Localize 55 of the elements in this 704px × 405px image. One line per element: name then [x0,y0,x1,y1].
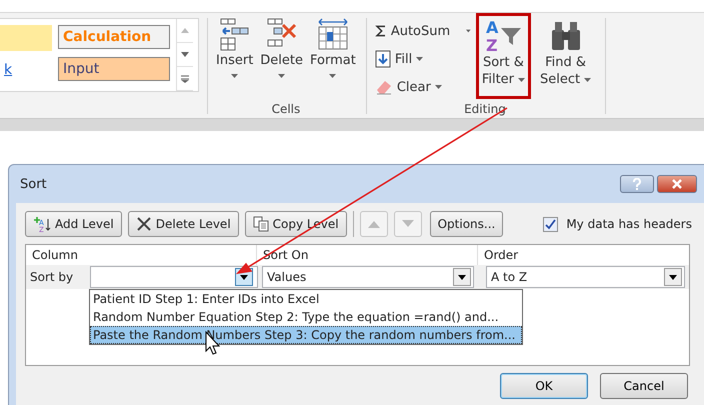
more-icon[interactable] [181,74,189,82]
scroll-down-icon[interactable] [181,52,189,57]
dialog-button[interactable]: Cancel [600,373,688,399]
down-triangle-icon [669,274,677,280]
caret-icon [416,57,424,61]
format-cells-icon [316,18,349,52]
eraser-icon [374,79,393,95]
style-link[interactable]: k [0,57,52,83]
delete-x-icon [136,216,152,232]
help-button[interactable] [620,175,654,193]
caret-icon [278,74,286,78]
ribbon-button[interactable]: Insert [214,18,256,83]
row-label: Sort by [30,270,74,284]
dropdown-option[interactable]: Random Number Equation Step 2: Type the equation =rand() and... [90,308,522,326]
dialog-title: Sort [19,176,47,192]
order-dropdown[interactable]: A to Z [486,266,685,288]
column-header: Column [31,247,79,264]
down-triangle-icon [240,274,248,280]
insert-cells-icon [218,18,251,52]
checkbox[interactable] [543,216,558,232]
close-icon [671,179,683,189]
cell-style[interactable]: Input [58,57,170,81]
headers-checkbox[interactable]: My data has headers [543,216,698,232]
checkmark-icon [545,218,556,230]
down-triangle-icon [400,220,415,228]
down-triangle-icon [458,274,466,280]
sort-on-dropdown[interactable]: Values [262,266,474,288]
ribbon-button[interactable]: Delete [258,18,306,83]
ribbon-button[interactable]: Clear [372,74,473,100]
question-mark-icon [632,178,642,190]
dropdown-option[interactable]: Patient ID Step 1: Enter IDs into Excel [90,290,522,308]
style-swatch [0,25,52,51]
caret-icon [584,78,592,82]
caret-icon [466,29,471,33]
group-label: Cells [272,102,300,116]
caret-icon [231,74,238,78]
options-button[interactable]: Options... [430,211,504,237]
copy-icon [252,216,269,232]
ribbon-button[interactable]: AutoSum [372,18,473,44]
up-triangle-icon [366,220,381,228]
dropdown-arrow-button[interactable] [453,268,471,286]
caret-icon [518,78,526,82]
ribbon-button[interactable]: Find & Select [534,13,598,99]
dialog-button[interactable]: OK [500,373,588,399]
ribbon-button[interactable]: Fill [372,46,473,72]
column-dropdown[interactable] [90,266,258,288]
ribbon-button[interactable]: A Z Sort & Filter [476,13,532,99]
caret-icon [434,85,442,89]
toolbar-button[interactable]: Delete Level [128,211,239,237]
dropdown-arrow-button[interactable] [664,268,682,286]
caret-icon [329,74,336,78]
close-button[interactable] [657,175,697,193]
ribbon-button[interactable]: Format [308,18,358,83]
fill-down-icon [374,50,391,68]
group-label: Editing [464,102,506,116]
